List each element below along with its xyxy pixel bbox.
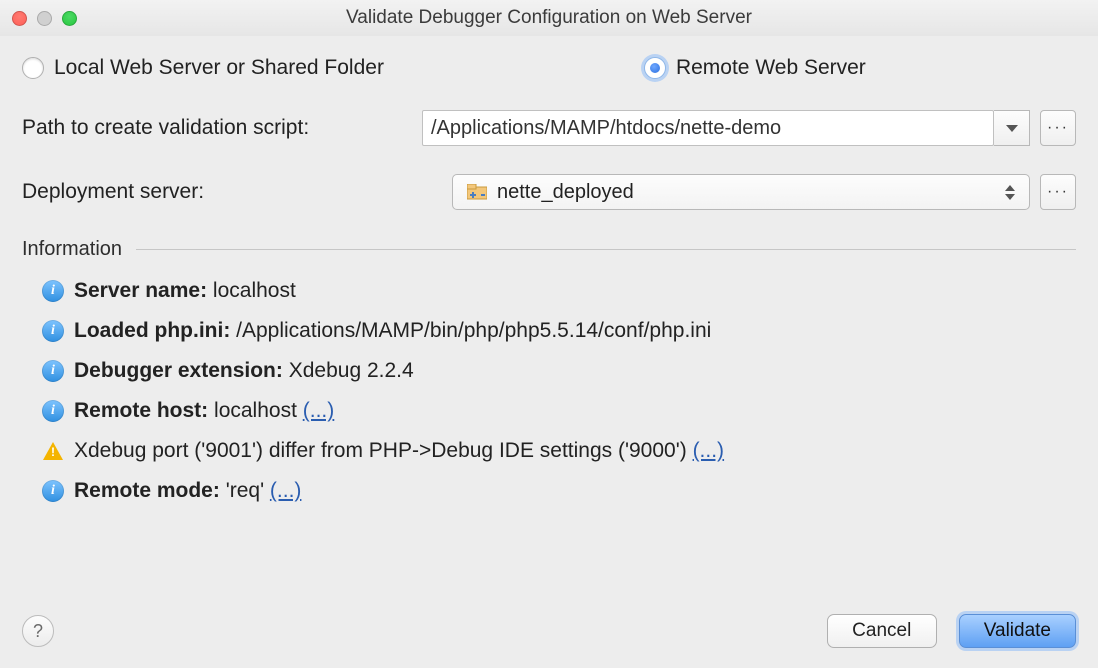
info-key: Loaded php.ini: xyxy=(74,319,230,342)
info-text: Remote mode: 'req' (...) xyxy=(74,479,301,503)
deployment-browse-button[interactable]: ··· xyxy=(1040,174,1076,210)
info-icon: i xyxy=(42,400,64,422)
deployment-value: nette_deployed xyxy=(497,181,1005,204)
path-browse-button[interactable]: ··· xyxy=(1040,110,1076,146)
dialog-footer: ? Cancel Validate xyxy=(22,614,1076,648)
warning-icon xyxy=(42,440,64,462)
info-icon: i xyxy=(42,480,64,502)
info-text: Debugger extension: Xdebug 2.2.4 xyxy=(74,359,414,383)
path-label: Path to create validation script: xyxy=(22,116,422,140)
validate-button-label: Validate xyxy=(984,620,1051,642)
path-input-value: /Applications/MAMP/htdocs/nette-demo xyxy=(431,117,781,140)
option-remote-label: Remote Web Server xyxy=(676,56,866,80)
path-row: Path to create validation script: /Appli… xyxy=(22,110,1076,146)
path-dropdown-button[interactable] xyxy=(994,110,1030,146)
divider xyxy=(136,249,1076,250)
info-key: Debugger extension: xyxy=(74,359,283,382)
option-local-label: Local Web Server or Shared Folder xyxy=(54,56,384,80)
deployment-label: Deployment server: xyxy=(22,180,452,204)
option-local[interactable]: Local Web Server or Shared Folder xyxy=(22,56,384,80)
info-key: Server name: xyxy=(74,279,207,302)
info-text: Server name: localhost xyxy=(74,279,296,303)
info-item: i Remote mode: 'req' (...) xyxy=(42,479,1076,503)
info-value: /Applications/MAMP/bin/php/php5.5.14/con… xyxy=(236,319,711,342)
info-icon: i xyxy=(42,320,64,342)
radio-icon[interactable] xyxy=(644,57,666,79)
info-item: i Remote host: localhost (...) xyxy=(42,399,1076,423)
dialog-content: Local Web Server or Shared Folder Remote… xyxy=(0,36,1098,503)
info-text: Remote host: localhost (...) xyxy=(74,399,334,423)
info-value: Xdebug 2.2.4 xyxy=(289,359,414,382)
info-item: i Debugger extension: Xdebug 2.2.4 xyxy=(42,359,1076,383)
info-more-link[interactable]: (...) xyxy=(303,399,335,422)
info-value: 'req' xyxy=(226,479,264,502)
information-header-label: Information xyxy=(22,238,122,261)
chevron-down-icon xyxy=(1006,125,1018,132)
select-stepper-icon xyxy=(1005,185,1019,200)
info-item: i Loaded php.ini: /Applications/MAMP/bin/… xyxy=(42,319,1076,343)
information-header: Information xyxy=(22,238,1076,261)
info-key: Remote host: xyxy=(74,399,208,422)
information-list: i Server name: localhost i Loaded php.ini: … xyxy=(22,279,1076,503)
info-text: Loaded php.ini: /Applications/MAMP/bin/p… xyxy=(74,319,711,343)
cancel-button-label: Cancel xyxy=(852,620,911,642)
path-input[interactable]: /Applications/MAMP/htdocs/nette-demo xyxy=(422,110,994,146)
info-text: Xdebug port ('9001') differ from PHP->De… xyxy=(74,439,724,463)
help-icon: ? xyxy=(33,621,43,642)
info-more-link[interactable]: (...) xyxy=(270,479,302,502)
server-type-row: Local Web Server or Shared Folder Remote… xyxy=(22,56,1076,80)
info-key: Remote mode: xyxy=(74,479,220,502)
option-remote[interactable]: Remote Web Server xyxy=(644,56,866,80)
info-value: localhost xyxy=(214,399,297,422)
cancel-button[interactable]: Cancel xyxy=(827,614,937,648)
server-folder-icon xyxy=(467,184,487,200)
radio-icon[interactable] xyxy=(22,57,44,79)
validate-button[interactable]: Validate xyxy=(959,614,1076,648)
info-value: localhost xyxy=(213,279,296,302)
info-item: i Server name: localhost xyxy=(42,279,1076,303)
info-icon: i xyxy=(42,280,64,302)
help-button[interactable]: ? xyxy=(22,615,54,647)
info-value: Xdebug port ('9001') differ from PHP->De… xyxy=(74,439,687,462)
titlebar: Validate Debugger Configuration on Web S… xyxy=(0,0,1098,36)
info-item: Xdebug port ('9001') differ from PHP->De… xyxy=(42,439,1076,463)
deployment-row: Deployment server: nette_deployed ··· xyxy=(22,174,1076,210)
deployment-select[interactable]: nette_deployed xyxy=(452,174,1030,210)
info-more-link[interactable]: (...) xyxy=(693,439,725,462)
info-icon: i xyxy=(42,360,64,382)
window-title: Validate Debugger Configuration on Web S… xyxy=(0,7,1098,29)
